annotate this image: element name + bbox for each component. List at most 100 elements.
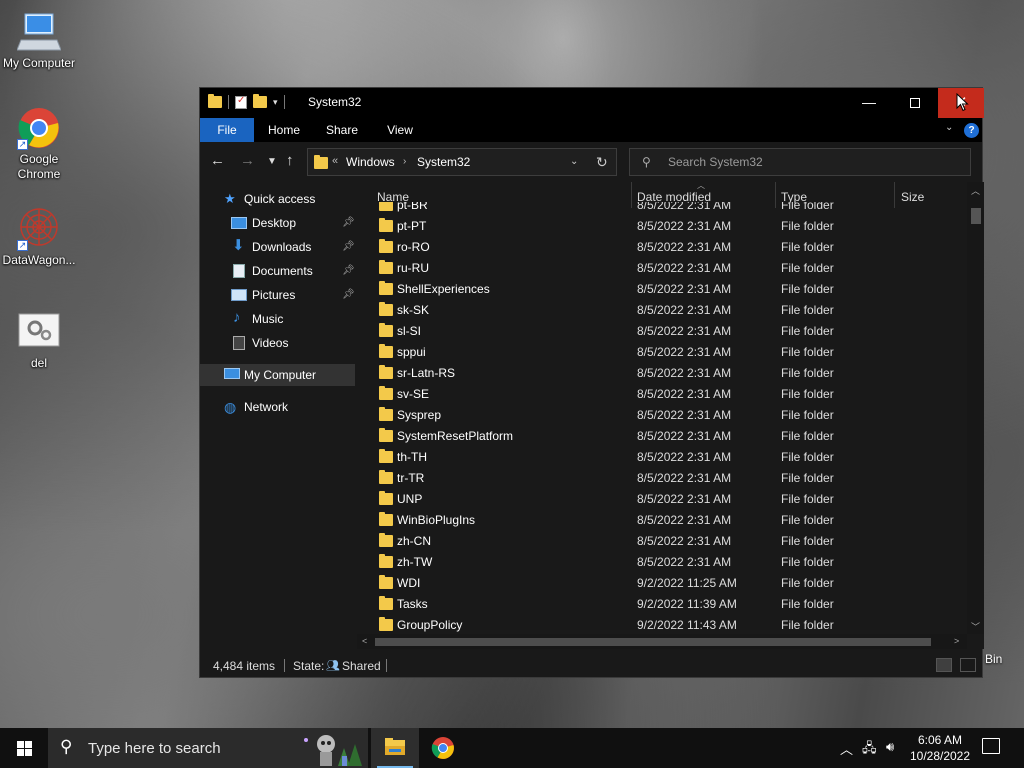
search-box[interactable]: ⚲ [629,148,971,176]
folder-icon [379,449,393,463]
scroll-left-icon[interactable]: < [362,636,367,646]
table-row[interactable]: UNP 8/5/2022 2:31 AM File folder [357,488,967,509]
taskbar-search-input[interactable] [88,739,288,757]
desktop-icon-datawagon[interactable]: ↗ DataWagon... [0,207,78,268]
table-row[interactable]: GroupPolicy 9/2/2022 11:43 AM File folder [357,614,967,634]
table-row[interactable]: ro-RO 8/5/2022 2:31 AM File folder [357,236,967,257]
nav-music[interactable]: ♪ Music [200,308,355,330]
network-icon[interactable]: 🖧︎ [862,739,877,761]
desktop-icon-del[interactable]: del [0,310,78,371]
file-type: File folder [781,450,834,464]
table-row[interactable]: tr-TR 8/5/2022 2:31 AM File folder [357,467,967,488]
folder-icon [379,365,393,379]
pin-icon[interactable]: 📌︎ [342,236,355,258]
address-overflow-icon[interactable]: « [332,155,338,167]
table-row[interactable]: Sysprep 8/5/2022 2:31 AM File folder [357,404,967,425]
folder-icon [379,281,393,295]
taskbar-chrome[interactable] [419,728,467,768]
nav-network[interactable]: ◍ Network [200,396,355,418]
table-row[interactable]: sv-SE 8/5/2022 2:31 AM File folder [357,383,967,404]
taskbar-search-box[interactable]: ⚲ [48,728,368,768]
table-row[interactable]: pt-PT 8/5/2022 2:31 AM File folder [357,215,967,236]
notification-center-icon[interactable] [982,738,1000,754]
table-row[interactable]: zh-TW 8/5/2022 2:31 AM File folder [357,551,967,572]
tab-file[interactable]: File [200,118,254,142]
refresh-icon[interactable]: ↻ [596,154,608,171]
table-row[interactable]: sr-Latn-RS 8/5/2022 2:31 AM File folder [357,362,967,383]
nav-documents[interactable]: Documents 📌︎ [200,260,355,282]
show-hidden-icons-chevron-icon[interactable]: ︿ [840,739,853,758]
table-row[interactable]: WDI 9/2/2022 11:25 AM File folder [357,572,967,593]
search-input[interactable] [668,154,958,170]
help-icon[interactable]: ? [964,123,979,138]
scrollbar-thumb[interactable] [971,208,981,224]
table-row[interactable]: sl-SI 8/5/2022 2:31 AM File folder [357,320,967,341]
desktop-icon-my-computer[interactable]: My Computer [0,10,78,71]
table-row[interactable]: WinBioPlugIns 8/5/2022 2:31 AM File folder [357,509,967,530]
recent-locations-chevron-icon[interactable]: ▼ [267,156,277,167]
customize-toolbar-dropdown-icon[interactable]: ▾ [273,97,278,108]
scroll-right-icon[interactable]: > [954,636,959,646]
file-date: 9/2/2022 11:43 AM [637,618,737,632]
file-type: File folder [781,408,834,422]
breadcrumb-windows[interactable]: Windows [346,155,395,169]
breadcrumb-chevron-icon[interactable]: › [403,156,406,167]
tab-share[interactable]: Share [314,118,370,142]
download-arrow-icon: ⬇ [232,237,245,254]
pin-icon[interactable]: 📌︎ [342,260,355,282]
table-row[interactable]: Tasks 9/2/2022 11:39 AM File folder [357,593,967,614]
scroll-down-icon[interactable]: ﹀ [971,620,980,633]
folder-icon [379,323,393,337]
system-clock[interactable]: 6:06 AM 10/28/2022 [906,732,974,764]
table-row[interactable]: SystemResetPlatform 8/5/2022 2:31 AM File … [357,425,967,446]
nav-videos[interactable]: Videos [200,332,355,354]
scroll-up-icon[interactable]: ︿ [971,184,980,197]
desktop-icon-google-chrome[interactable]: ↗ Google Chrome [0,106,78,182]
expand-ribbon-chevron-icon[interactable]: ⌄ [945,122,953,133]
vertical-scrollbar[interactable]: ︿ ﹀ [967,182,984,634]
large-icons-view-button[interactable] [960,658,976,672]
file-type: File folder [781,597,834,611]
up-arrow-icon[interactable]: ↑ [286,152,294,169]
file-date: 8/5/2022 2:31 AM [637,555,732,569]
desktop-icon-label: del [30,356,47,370]
maximize-button[interactable] [892,88,938,118]
forward-arrow-icon[interactable]: → [240,152,255,169]
new-folder-icon[interactable] [253,94,267,108]
quick-access-toolbar: ▾ [208,94,285,109]
table-row[interactable]: sk-SK 8/5/2022 2:31 AM File folder [357,299,967,320]
table-row[interactable]: zh-CN 8/5/2022 2:31 AM File folder [357,530,967,551]
title-bar[interactable]: ▾ System32 — ✕ [200,88,984,118]
details-view-button[interactable] [936,658,952,672]
recycle-bin-label[interactable]: Bin [985,652,1002,666]
desktop-icon-label: DataWagon... [2,253,76,267]
address-dropdown-icon[interactable]: ⌄ [570,156,578,167]
nav-quick-access[interactable]: ★ Quick access [200,188,355,210]
volume-icon[interactable]: 🔊︎ [886,739,894,755]
status-bar: 4,484 items State: 👥︎ Shared [200,653,982,677]
nav-my-computer[interactable]: My Computer [200,364,355,386]
table-row[interactable]: pt-BR 8/5/2022 2:31 AM File folder [357,202,967,215]
nav-pictures[interactable]: Pictures 📌︎ [200,284,355,306]
horizontal-scrollbar[interactable]: < > [357,634,967,649]
nav-desktop[interactable]: Desktop 📌︎ [200,212,355,234]
tab-view[interactable]: View [372,118,428,142]
start-button[interactable] [0,728,48,768]
table-row[interactable]: ShellExperiences 8/5/2022 2:31 AM File fol… [357,278,967,299]
breadcrumb-system32[interactable]: System32 [417,155,470,169]
scrollbar-thumb[interactable] [375,638,931,646]
properties-icon[interactable] [235,95,247,109]
minimize-button[interactable]: — [846,88,892,118]
pin-icon[interactable]: 📌︎ [342,212,355,234]
table-row[interactable]: th-TH 8/5/2022 2:31 AM File folder [357,446,967,467]
table-row[interactable]: sppui 8/5/2022 2:31 AM File folder [357,341,967,362]
file-date: 8/5/2022 2:31 AM [637,282,732,296]
tab-home[interactable]: Home [256,118,312,142]
table-row[interactable]: ru-RU 8/5/2022 2:31 AM File folder [357,257,967,278]
address-bar[interactable]: « Windows › System32 ⌄ ↻ [307,148,617,176]
pin-icon[interactable]: 📌︎ [342,284,355,306]
taskbar-file-explorer[interactable] [371,728,419,768]
file-date: 8/5/2022 2:31 AM [637,534,732,548]
back-arrow-icon[interactable]: ← [210,152,225,169]
nav-downloads[interactable]: ⬇ Downloads 📌︎ [200,236,355,258]
